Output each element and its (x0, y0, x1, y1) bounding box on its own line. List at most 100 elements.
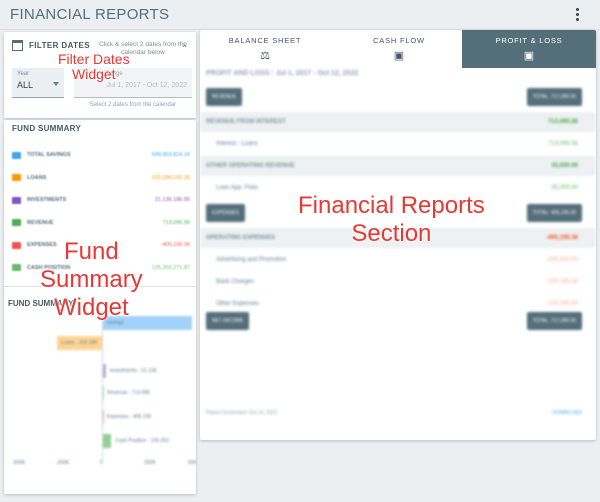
net-income-total: TOTAL: 717,095.56 (526, 312, 582, 330)
annotation-filter-dates: Filter Dates Widget (58, 52, 130, 82)
financial-reports-app: FINANCIAL REPORTS FILTER DATES Click & s… (0, 0, 600, 502)
x-tick-label: 500K (188, 460, 196, 466)
annotation-fund-summary: Fund Summary Widget (40, 238, 143, 322)
scale-icon: ⚖ (260, 50, 270, 62)
report-row-value: -100,000.00 (545, 301, 578, 307)
kebab-menu-icon[interactable] (572, 8, 582, 22)
fund-item-icon (12, 151, 21, 159)
x-tick-label: 250K (144, 460, 156, 466)
fund-item-value: -405,195.36 (160, 242, 190, 249)
report-row-label: Interest - Loans (216, 141, 258, 147)
fund-summary-row: INVESTMENTS 21,136,186.95 (12, 189, 190, 212)
annotation-line: Filter Dates (58, 51, 130, 67)
fund-item-label: LOANS (27, 174, 47, 181)
annotation-line: Summary (40, 266, 143, 293)
download-link[interactable]: DOWNLOAD (553, 410, 582, 416)
annotation-line: Widget (72, 66, 116, 82)
x-tick-label: -250K (56, 460, 70, 466)
report-row-label: Bank Charges (216, 279, 255, 285)
top-bar: FINANCIAL REPORTS (0, 0, 600, 30)
page-title: FINANCIAL REPORTS (10, 6, 170, 23)
x-tick-label: -500K (12, 460, 26, 466)
fund-summary-row: LOANS 102,186,192.35 (12, 167, 190, 190)
fund-item-value: 125,202,271.87 (151, 264, 190, 271)
fund-summary-row: TOTAL SAVINGS 599,903,824.16 (12, 144, 190, 167)
report-row-value: 713,095.56 (547, 141, 578, 147)
expenses-chip[interactable]: EXPENSES (206, 204, 245, 222)
range-helper-text: Select 2 dates from the calendar (89, 102, 177, 108)
report-row-label: OPERATING EXPENSES (206, 235, 276, 241)
report-generated-text: Report Generated: Oct 14, 2022 (206, 410, 278, 416)
tab-cash-flow-label: CASH FLOW (373, 36, 425, 45)
report-row-value: 713,095.56 (547, 119, 578, 125)
report-row: Other Expenses -100,000.00 (200, 294, 596, 314)
fund-item-label: INVESTMENTS (27, 197, 67, 204)
report-row-value: -105,195.36 (545, 279, 578, 285)
cash-icon: ▣ (393, 50, 405, 62)
profit-loss-report: PROFIT AND LOSS : Jul 1, 2017 - Oct 12, … (200, 68, 596, 440)
annotation-line: Widget (53, 294, 129, 321)
tab-profit-loss-label: PROFIT & LOSS (495, 36, 563, 45)
fund-item-icon (12, 241, 21, 249)
fund-item-value: 713,095.56 (162, 219, 190, 226)
zero-line (102, 310, 103, 460)
waterfall-bar-label: Revenue - 713.095 (107, 390, 150, 396)
net-income-chip[interactable]: NET INCOME (206, 312, 250, 330)
report-row: Bank Charges -105,195.36 (200, 272, 596, 292)
x-tick-label: 0 (100, 460, 103, 466)
report-row: OTHER OPERATING REVENUE 35,000.00 (200, 156, 596, 176)
report-row-value: 35,000.00 (551, 163, 578, 169)
report-tabs: BALANCE SHEET ⚖ CASH FLOW ▣ PROFIT & LOS… (200, 30, 596, 68)
year-select[interactable]: Year ALL (12, 68, 64, 98)
waterfall-bar (102, 434, 112, 448)
fund-summary-waterfall-chart: Savings Loans - 102.186 Investments - 21.1… (12, 310, 196, 470)
revenue-total: TOTAL: 717,095.56 (526, 88, 582, 106)
fund-item-icon (12, 196, 21, 204)
report-row-label: OTHER OPERATING REVENUE (206, 163, 295, 169)
fund-item-label: TOTAL SAVINGS (27, 152, 71, 159)
report-row-label: Other Expenses (216, 301, 260, 307)
waterfall-bar-label: Loans - 102.186 (61, 340, 98, 346)
report-row: Interest - Loans 713,095.56 (200, 134, 596, 154)
x-axis: -500K -250K 0 250K 500K (12, 460, 196, 470)
annotation-financial-reports: Financial Reports Section (298, 192, 485, 248)
fund-item-icon (12, 174, 21, 182)
report-row: REVENUE FROM INTEREST 713,095.56 (200, 112, 596, 132)
filter-dates-title: FILTER DATES (29, 41, 90, 50)
report-row-label: Loan App. Fees (216, 185, 259, 191)
fund-item-value: 599,903,824.16 (151, 152, 190, 159)
filter-dates-header: FILTER DATES (12, 40, 90, 51)
fund-item-icon (12, 264, 21, 272)
waterfall-bar-label: Cash Position - 125.202 (115, 438, 169, 444)
fund-item-icon (12, 219, 21, 227)
report-row: Advertising and Promotion -200,000.00 (200, 250, 596, 270)
revenue-chip[interactable]: REVENUE (206, 88, 243, 106)
tab-balance-sheet-label: BALANCE SHEET (228, 36, 302, 45)
fund-item-value: 102,186,192.35 (151, 174, 190, 181)
report-row-value: -200,000.00 (545, 257, 578, 263)
report-row-label: Advertising and Promotion (216, 257, 287, 263)
annotation-line: Financial Reports (298, 192, 485, 219)
fund-summary-title: FUND SUMMARY (12, 124, 82, 133)
calendar-search-icon (12, 40, 23, 51)
range-value: Jul 1, 2017 - Oct 12, 2022 (106, 82, 187, 89)
annotation-line: Section (351, 220, 432, 247)
fund-summary-row: REVENUE 713,095.56 (12, 212, 190, 235)
annotation-line: Fund (63, 238, 119, 265)
tab-balance-sheet[interactable]: BALANCE SHEET ⚖ (200, 30, 330, 68)
fund-item-label: REVENUE (27, 219, 54, 226)
collapse-chevron-icon[interactable]: ⌃ (181, 44, 188, 53)
expenses-total: TOTAL: 405,195.36 (526, 204, 582, 222)
waterfall-bar-label: Investments - 21.136 (109, 368, 157, 374)
fund-item-value: 21,136,186.95 (154, 197, 190, 204)
tab-profit-loss[interactable]: PROFIT & LOSS ▣ (462, 30, 596, 68)
waterfall-bar-label: Expenses - 405.195 (106, 414, 152, 420)
report-row-value: -405,195.36 (545, 235, 578, 241)
report-heading: PROFIT AND LOSS : Jul 1, 2017 - Oct 12, … (206, 70, 359, 77)
year-label: Year (17, 71, 30, 77)
tab-cash-flow[interactable]: CASH FLOW ▣ (334, 30, 464, 68)
money-icon: ▣ (523, 50, 535, 62)
dropdown-caret-icon (53, 82, 59, 86)
report-row-label: REVENUE FROM INTEREST (206, 119, 286, 125)
report-row-value: 35,000.00 (551, 185, 578, 191)
